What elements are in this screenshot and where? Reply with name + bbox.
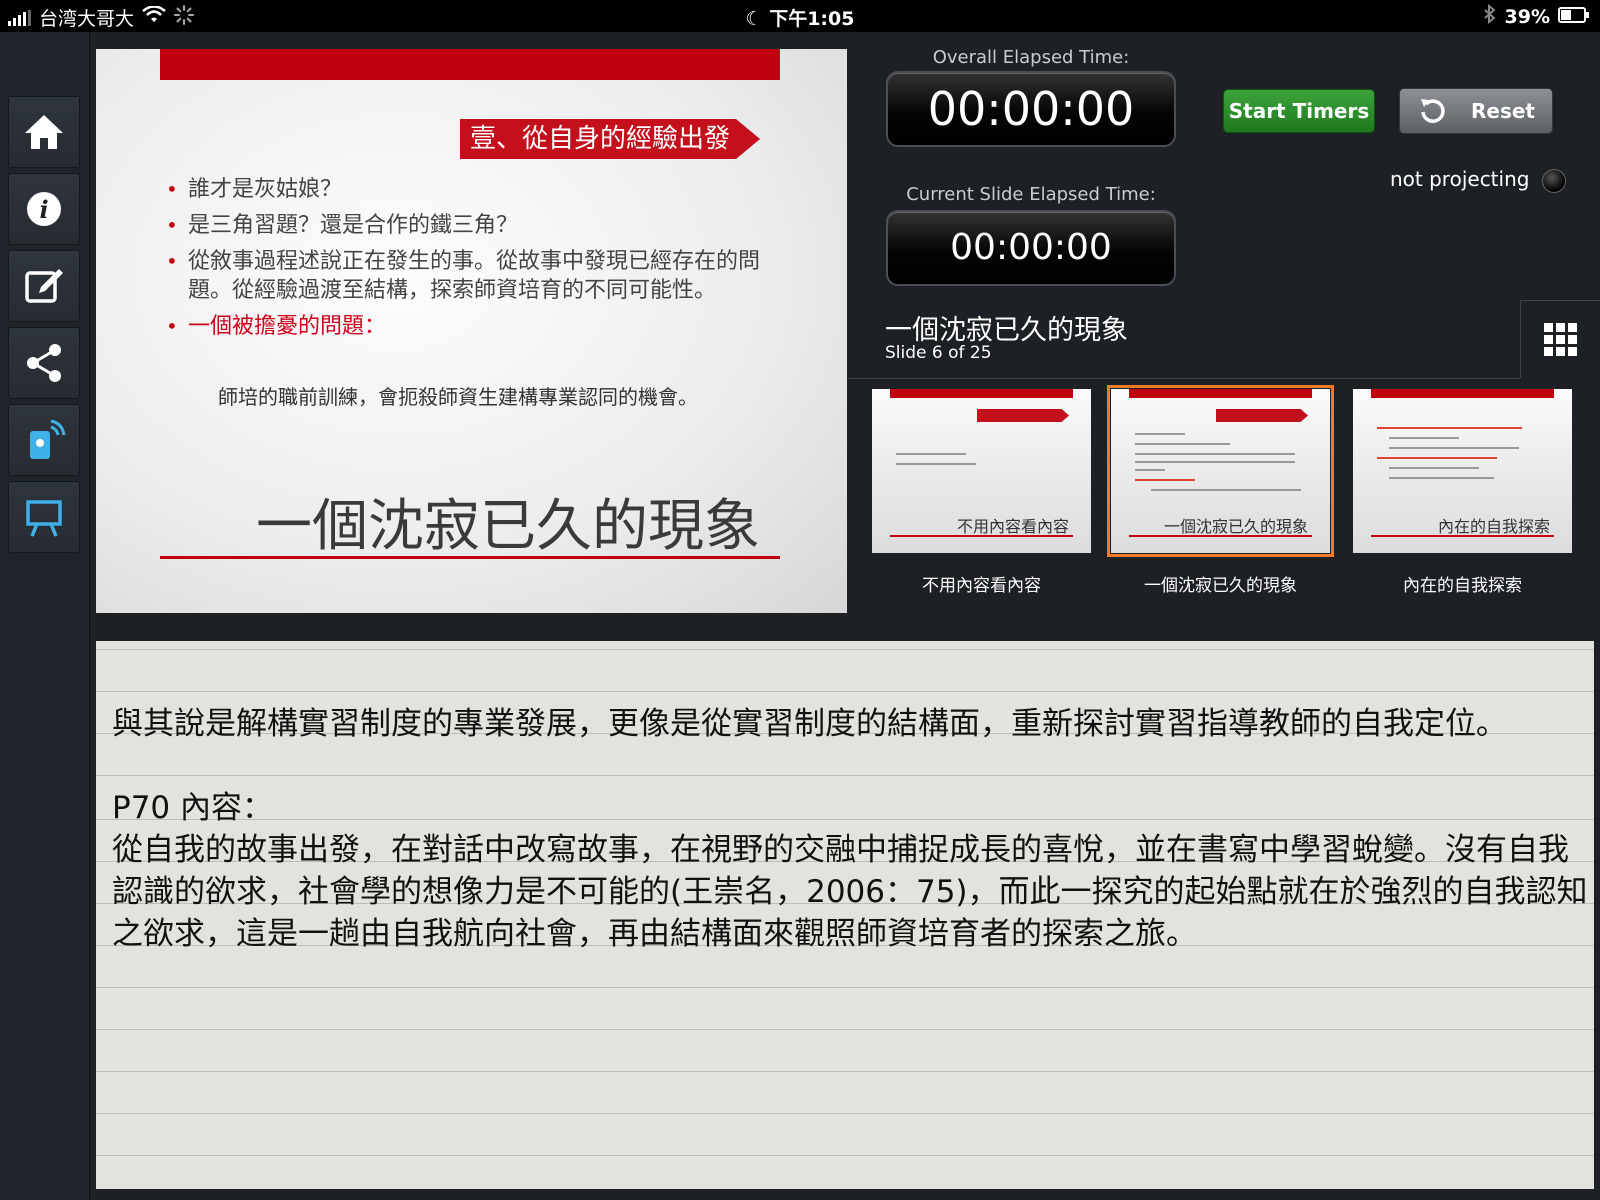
grid-icon	[1544, 323, 1577, 356]
info-icon: i	[27, 192, 61, 226]
reset-icon	[1421, 99, 1445, 123]
overall-time-label: Overall Elapsed Time:	[932, 47, 1130, 68]
presentation-button[interactable]	[8, 481, 80, 553]
info-button[interactable]: i	[8, 173, 80, 245]
thumbnail-caption: 內在的自我探索	[1403, 576, 1522, 596]
slide-timer-display: 00:00:00	[886, 210, 1176, 286]
slide-title: 一個沈寂已久的現象	[256, 494, 760, 559]
slide-title-underline	[160, 556, 780, 559]
slide-top-bar	[160, 49, 780, 80]
presentation-icon	[26, 500, 62, 537]
thumbnail-title: 一個沈寂已久的現象	[1163, 517, 1308, 536]
home-button[interactable]	[8, 96, 80, 168]
slide-bullet: 是三角習題？還是合作的鐵三角？	[166, 211, 786, 240]
thumbnail-title: 不用內容看內容	[956, 517, 1069, 536]
speaker-notes-area[interactable]: 與其說是解構實習制度的專業發展，更像是從實習制度的結構面，重新探討實習指導教師的…	[96, 641, 1594, 1189]
current-slide-preview[interactable]: 壹、從自身的經驗出發 誰才是灰姑娘？ 是三角習題？還是合作的鐵三角？ 從敘事過程…	[96, 49, 847, 613]
reset-label: Reset	[1471, 99, 1535, 123]
slide-bullet-list: 誰才是灰姑娘？ 是三角習題？還是合作的鐵三角？ 從敘事過程述說正在發生的事。從故…	[166, 175, 786, 348]
speaker-notes-text: 與其說是解構實習制度的專業發展，更像是從實習制度的結構面，重新探討實習指導教師的…	[112, 706, 1588, 952]
battery-percent: 39%	[1504, 5, 1550, 28]
notes-edit-button[interactable]	[8, 250, 80, 322]
projection-indicator	[1542, 169, 1566, 193]
reset-button[interactable]: Reset	[1399, 88, 1553, 134]
status-bar: 台湾大哥大 ☾ 下午1:05 39%	[0, 0, 1600, 32]
remote-button[interactable]	[8, 404, 80, 476]
divider	[848, 378, 1520, 379]
start-timers-button[interactable]: Start Timers	[1223, 89, 1375, 133]
home-icon	[25, 115, 63, 149]
battery-icon	[1558, 6, 1590, 28]
slide-bullet-highlight: 一個被擔憂的問題：	[166, 312, 786, 341]
clock: 下午1:05	[769, 8, 855, 30]
edit-icon	[25, 269, 63, 303]
remote-control-icon	[30, 419, 66, 459]
slide-bullet: 誰才是灰姑娘？	[166, 175, 786, 204]
slide-section-tag: 壹、從自身的經驗出發	[460, 119, 761, 159]
slide-grid-button[interactable]	[1520, 300, 1600, 378]
thumbnail-title: 內在的自我探索	[1437, 517, 1550, 536]
thumbnail-caption: 不用內容看內容	[922, 576, 1041, 596]
moon-icon: ☾	[745, 8, 763, 30]
slide-bullet: 從敘事過程述說正在發生的事。從故事中發現已經存在的問題。從經驗過渡至結構，探索師…	[166, 247, 786, 305]
overall-timer-display: 00:00:00	[886, 71, 1176, 147]
slide-counter: Slide 6 of 25	[885, 343, 992, 363]
projection-status-label: not projecting	[1390, 167, 1530, 191]
slide-thumbnail[interactable]: 內在的自我探索	[1353, 389, 1572, 553]
svg-text:i: i	[39, 195, 48, 224]
slide-thumbnail-selected[interactable]: 一個沈寂已久的現象	[1107, 385, 1334, 557]
sidebar: i	[0, 32, 90, 1200]
slide-time-label: Current Slide Elapsed Time:	[906, 184, 1156, 205]
slide-sub-point: 師培的職前訓練，會扼殺師資生建構專業認同的機會。	[218, 385, 698, 409]
share-button[interactable]	[8, 327, 80, 399]
share-icon	[27, 344, 61, 382]
thumbnail-caption: 一個沈寂已久的現象	[1144, 576, 1297, 596]
bluetooth-icon	[1483, 3, 1497, 29]
slide-thumbnail[interactable]: 不用內容看內容	[872, 389, 1091, 553]
current-slide-title: 一個沈寂已久的現象	[885, 315, 1128, 346]
